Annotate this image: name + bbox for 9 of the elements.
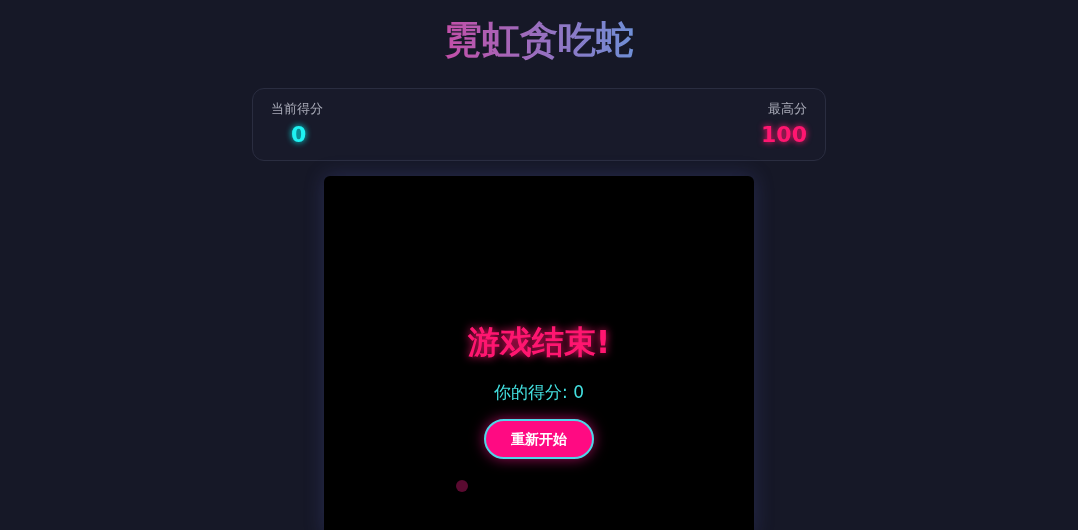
score-label: 当前得分 [271, 99, 323, 118]
score-value: 100 [761, 121, 807, 150]
final-score: 你的得分: 0 [494, 380, 584, 404]
game-title: 霓虹贪吃蛇 [444, 18, 634, 64]
score-value: 0 [291, 121, 307, 150]
game-over-heading: 游戏结束! [467, 321, 611, 363]
restart-button[interactable]: 重新开始 [484, 419, 594, 460]
food-dot [456, 479, 468, 492]
score-label: 最高分 [768, 99, 807, 118]
